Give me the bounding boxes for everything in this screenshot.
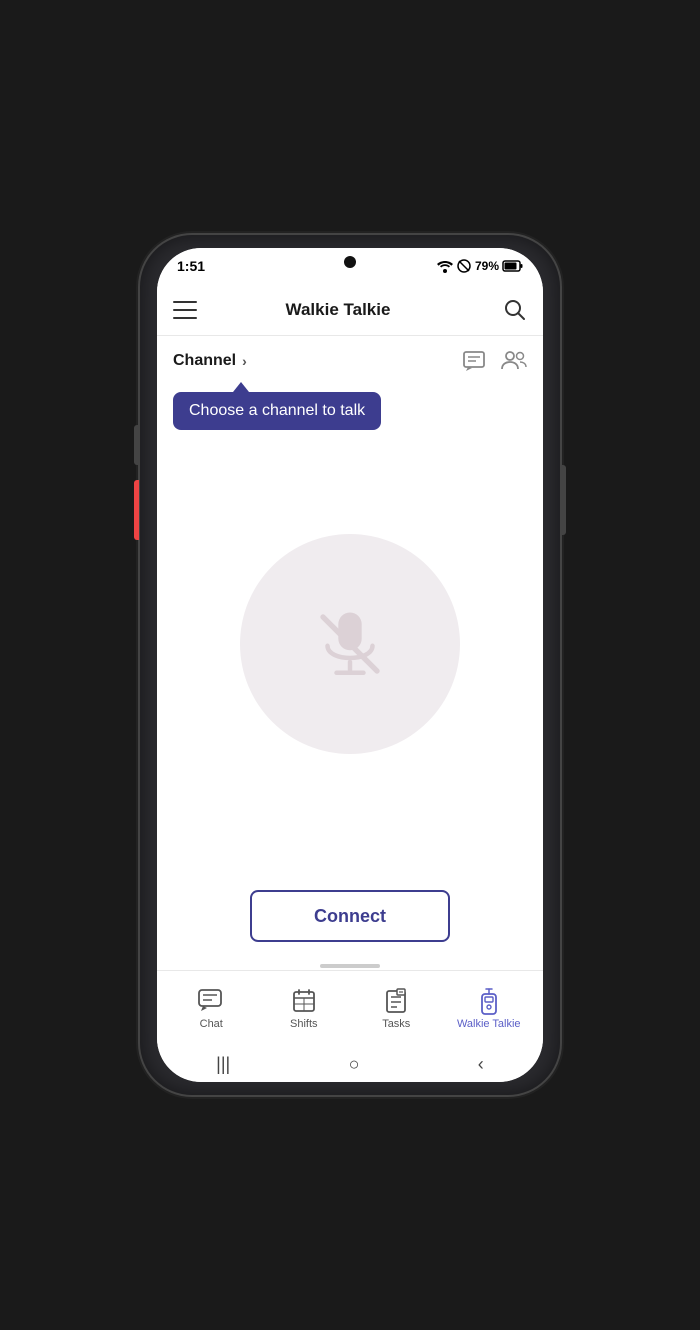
bottom-handle bbox=[157, 962, 543, 970]
power-button[interactable] bbox=[561, 465, 566, 535]
chat-nav-svg bbox=[198, 989, 224, 1013]
walkie-talkie-nav-svg bbox=[478, 988, 500, 1014]
top-bar: Walkie Talkie bbox=[157, 284, 543, 336]
connect-area: Connect bbox=[157, 874, 543, 962]
nav-item-tasks[interactable]: Tasks bbox=[350, 980, 443, 1038]
battery-text: 79% bbox=[475, 259, 499, 273]
main-content: Channel › bbox=[157, 336, 543, 970]
shifts-nav-svg bbox=[292, 989, 316, 1013]
mic-area bbox=[157, 434, 543, 874]
tooltip-text: Choose a channel to talk bbox=[189, 402, 365, 419]
back-button[interactable]: ‹ bbox=[478, 1054, 484, 1075]
recent-apps-button[interactable]: ||| bbox=[216, 1054, 230, 1075]
camera bbox=[344, 256, 356, 268]
chat-icon bbox=[462, 349, 486, 373]
wifi-icon bbox=[437, 260, 453, 272]
chat-nav-label: Chat bbox=[200, 1018, 223, 1030]
people-action-button[interactable] bbox=[501, 348, 527, 374]
nav-item-chat[interactable]: Chat bbox=[165, 980, 258, 1038]
search-icon bbox=[504, 299, 526, 321]
connect-button[interactable]: Connect bbox=[250, 890, 450, 942]
nav-item-shifts[interactable]: Shifts bbox=[258, 980, 351, 1038]
no-location-icon bbox=[457, 259, 471, 273]
tooltip-box: Choose a channel to talk bbox=[173, 392, 381, 430]
status-icons: 79% bbox=[437, 259, 523, 273]
home-button[interactable]: ○ bbox=[349, 1054, 360, 1075]
handle-bar bbox=[320, 964, 380, 968]
walkie-talkie-nav-icon bbox=[476, 988, 502, 1014]
tooltip-wrapper: Choose a channel to talk bbox=[157, 382, 543, 430]
mic-muted-icon bbox=[305, 599, 395, 689]
channel-label-text: Channel bbox=[173, 352, 236, 370]
channel-actions bbox=[461, 348, 527, 374]
phone-screen: 1:51 79% bbox=[157, 248, 543, 1082]
search-button[interactable] bbox=[503, 298, 527, 322]
channel-chevron-icon: › bbox=[242, 353, 247, 369]
system-bar: ||| ○ ‹ bbox=[157, 1046, 543, 1082]
walkie-talkie-nav-label: Walkie Talkie bbox=[457, 1018, 521, 1030]
nav-item-walkie-talkie[interactable]: Walkie Talkie bbox=[443, 980, 536, 1038]
battery-icon bbox=[503, 260, 523, 272]
chat-action-button[interactable] bbox=[461, 348, 487, 374]
tooltip-arrow bbox=[233, 382, 249, 392]
tasks-nav-icon bbox=[383, 988, 409, 1014]
tasks-nav-label: Tasks bbox=[382, 1018, 410, 1030]
bottom-nav: Chat Shifts bbox=[157, 970, 543, 1046]
vol-up-button[interactable] bbox=[134, 425, 139, 465]
vol-down-button[interactable] bbox=[134, 480, 139, 540]
channel-selector[interactable]: Channel › bbox=[173, 352, 247, 370]
chat-nav-icon bbox=[198, 988, 224, 1014]
phone-frame: 1:51 79% bbox=[140, 235, 560, 1095]
status-time: 1:51 bbox=[177, 258, 205, 274]
tasks-nav-svg bbox=[384, 989, 408, 1013]
app-title: Walkie Talkie bbox=[173, 300, 503, 320]
mic-circle bbox=[240, 534, 460, 754]
shifts-nav-label: Shifts bbox=[290, 1018, 318, 1030]
channel-header: Channel › bbox=[157, 336, 543, 382]
shifts-nav-icon bbox=[291, 988, 317, 1014]
people-icon bbox=[500, 349, 528, 373]
